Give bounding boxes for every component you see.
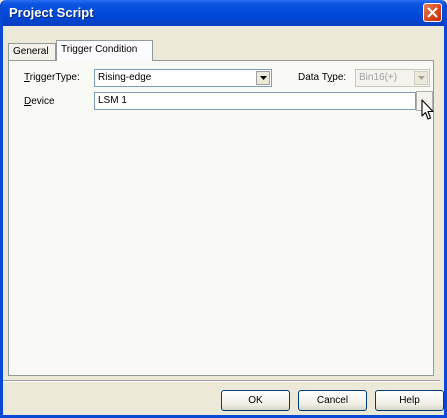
ok-button[interactable]: OK	[221, 390, 290, 411]
mouse-cursor-icon	[421, 99, 434, 120]
dropdown-arrow-icon	[418, 76, 425, 80]
device-input[interactable]: LSM 1	[94, 92, 416, 110]
footer-divider	[3, 380, 440, 382]
device-value: LSM 1	[98, 95, 127, 106]
dropdown-arrow-icon	[260, 76, 267, 80]
close-button[interactable]	[423, 3, 442, 22]
cancel-button[interactable]: Cancel	[298, 390, 367, 411]
tab-trigger-condition[interactable]: Trigger Condition	[56, 40, 153, 61]
data-type-value: Bin16(+)	[359, 72, 398, 83]
title-bar[interactable]: Project Script	[3, 0, 444, 26]
help-button[interactable]: Help	[375, 390, 444, 411]
data-type-label: Data Type:	[298, 72, 347, 83]
close-icon	[427, 7, 438, 18]
trigger-type-label: TriggerType:	[24, 72, 80, 83]
data-type-select[interactable]: Bin16(+)	[355, 69, 430, 87]
tab-general[interactable]: General	[8, 43, 56, 60]
device-label: Device	[24, 96, 55, 107]
trigger-type-select[interactable]: Rising-edge	[94, 69, 272, 87]
window-title: Project Script	[9, 5, 94, 20]
trigger-type-value: Rising-edge	[98, 72, 152, 83]
trigger-type-dropdown-button[interactable]	[256, 71, 270, 85]
data-type-dropdown-button[interactable]	[414, 71, 428, 85]
